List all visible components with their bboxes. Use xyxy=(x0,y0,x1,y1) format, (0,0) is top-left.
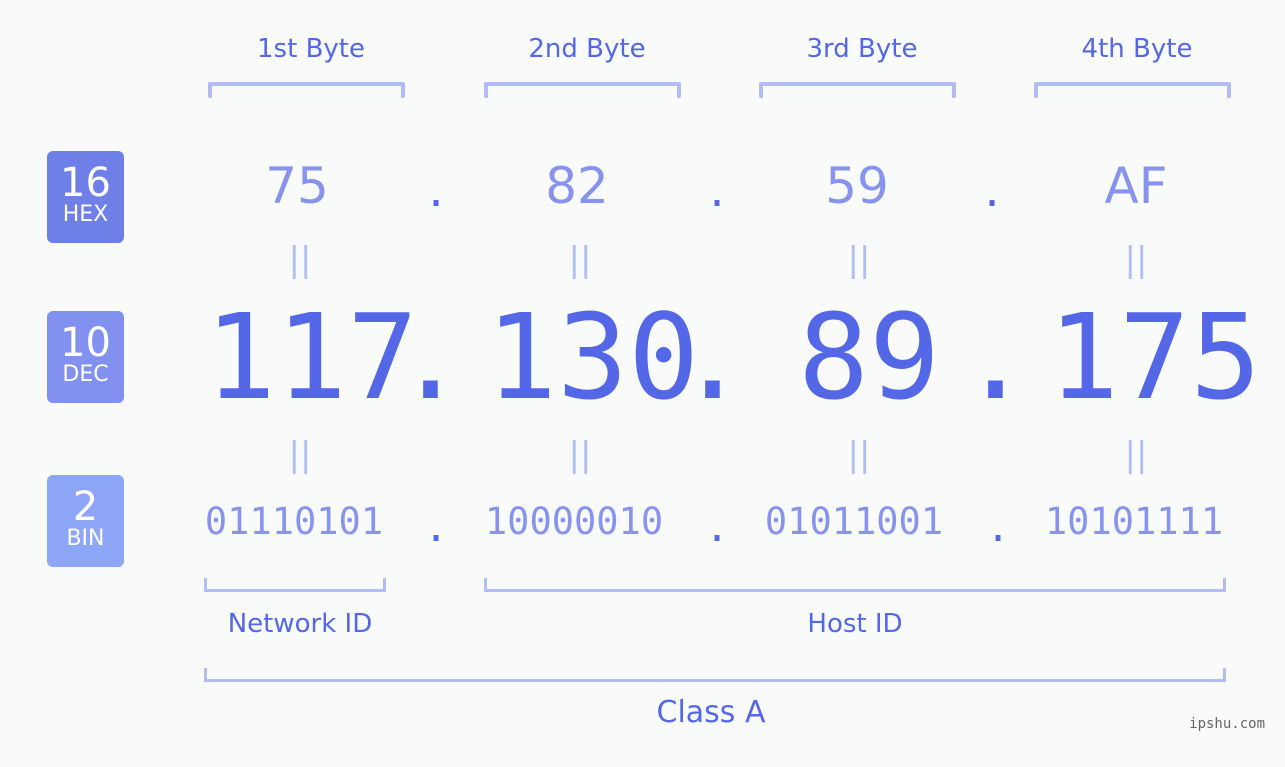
equals-sign: || xyxy=(568,435,592,475)
dec-base: 10 xyxy=(60,320,111,366)
bin-dot-1: . xyxy=(424,505,449,551)
equals-sign: || xyxy=(847,240,871,280)
bin-base: 2 xyxy=(72,484,99,530)
class-label: Class A xyxy=(656,695,766,730)
hex-badge: 16 HEX xyxy=(47,151,124,243)
watermark: ipshu.com xyxy=(1189,716,1265,732)
dec-badge: 10 DEC xyxy=(47,311,124,403)
dec-dot-3: . xyxy=(960,288,1032,426)
dec-dot-1: . xyxy=(395,288,467,426)
byte-bracket-3 xyxy=(759,82,956,98)
byte-header-3: 3rd Byte xyxy=(806,34,918,64)
class-bracket xyxy=(204,668,1226,682)
byte-bracket-4 xyxy=(1034,82,1231,98)
bin-dot-2: . xyxy=(705,505,730,551)
host-id-bracket xyxy=(484,578,1226,592)
byte-header-1: 1st Byte xyxy=(257,34,365,64)
hex-label: HEX xyxy=(62,202,109,227)
equals-sign: || xyxy=(1124,435,1148,475)
hex-dot-3: . xyxy=(980,170,1005,216)
network-id-label: Network ID xyxy=(227,609,373,639)
dec-label: DEC xyxy=(62,362,109,387)
byte-header-2: 2nd Byte xyxy=(528,34,646,64)
dec-byte-4: 175 xyxy=(1048,288,1262,426)
dec-byte-1: 117 xyxy=(205,288,419,426)
bin-byte-2: 10000010 xyxy=(484,500,664,543)
dec-dot-2: . xyxy=(677,288,749,426)
hex-byte-3: 59 xyxy=(825,157,889,215)
dec-byte-2: 130 xyxy=(486,288,700,426)
equals-sign: || xyxy=(288,240,312,280)
bin-byte-1: 01110101 xyxy=(204,500,384,543)
hex-byte-1: 75 xyxy=(265,157,329,215)
host-id-label: Host ID xyxy=(807,609,903,639)
equals-sign: || xyxy=(568,240,592,280)
equals-sign: || xyxy=(288,435,312,475)
hex-byte-4: AF xyxy=(1104,157,1168,215)
equals-sign: || xyxy=(1124,240,1148,280)
network-id-bracket xyxy=(204,578,386,592)
bin-byte-3: 01011001 xyxy=(764,500,944,543)
bin-badge: 2 BIN xyxy=(47,475,124,567)
hex-byte-2: 82 xyxy=(545,157,609,215)
hex-dot-1: . xyxy=(424,170,449,216)
equals-sign: || xyxy=(847,435,871,475)
bin-byte-4: 10101111 xyxy=(1044,500,1224,543)
byte-bracket-2 xyxy=(484,82,681,98)
hex-dot-2: . xyxy=(705,170,730,216)
dec-byte-3: 89 xyxy=(798,288,941,426)
hex-base: 16 xyxy=(60,160,111,206)
bin-dot-3: . xyxy=(986,505,1011,551)
byte-header-4: 4th Byte xyxy=(1081,34,1193,64)
bin-label: BIN xyxy=(66,526,105,551)
byte-bracket-1 xyxy=(208,82,405,98)
